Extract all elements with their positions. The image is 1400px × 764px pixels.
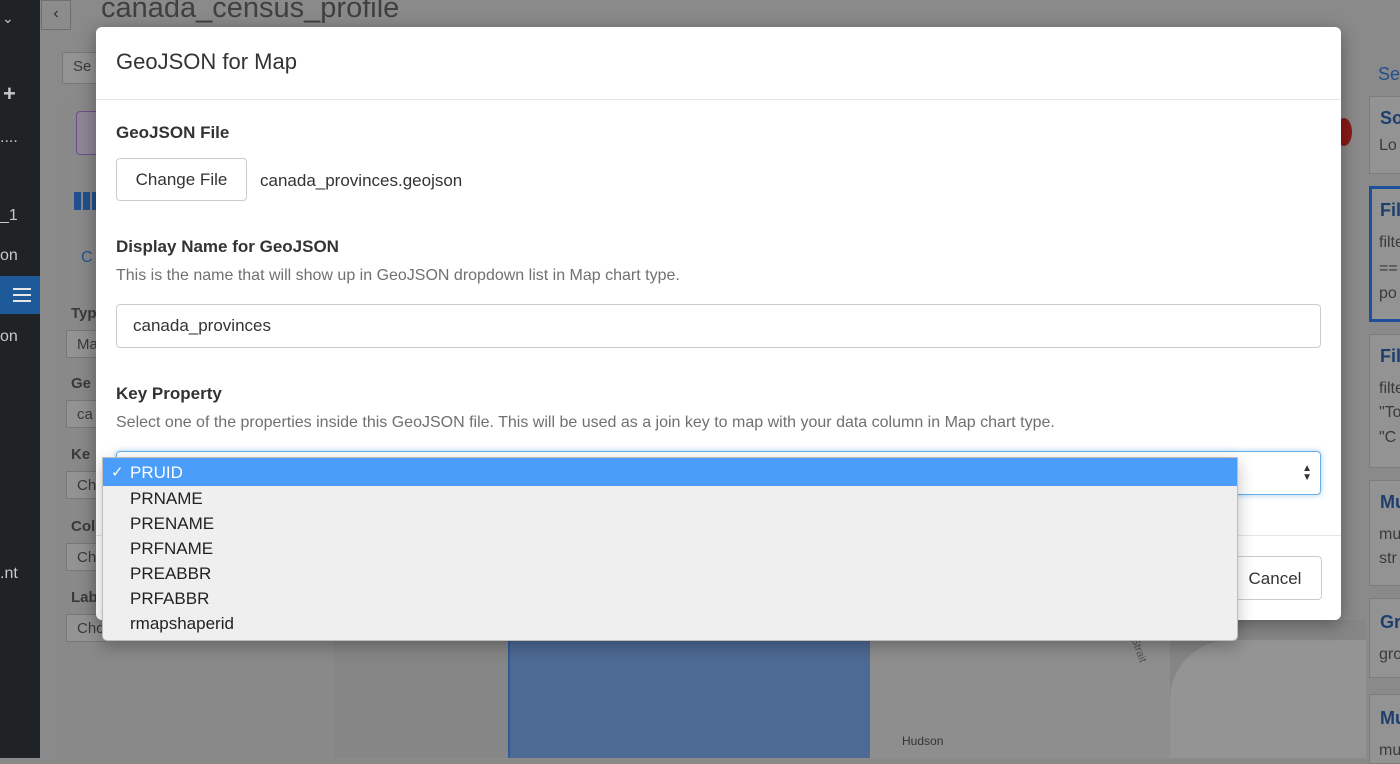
- right-card-text: po: [1379, 285, 1397, 302]
- right-card-title: Fil: [1380, 346, 1400, 366]
- right-panel-link[interactable]: Se: [1378, 64, 1400, 85]
- rail-item-4[interactable]: .nt: [0, 564, 18, 584]
- key-property-options: ✓ PRUID PRNAME PRENAME PRFNAME PREABBR P…: [102, 457, 1238, 641]
- option-label: PREABBR: [130, 564, 212, 583]
- key-property-label: Key Property: [116, 384, 222, 403]
- right-card-text: mu: [1379, 742, 1400, 759]
- map-land-region: [1170, 640, 1366, 758]
- config-label-key: Ke: [71, 446, 91, 463]
- rail-item-3[interactable]: on: [0, 327, 18, 347]
- right-card-title: Mu: [1380, 708, 1400, 728]
- display-name-input[interactable]: [116, 304, 1321, 348]
- option-prname[interactable]: PRNAME: [103, 486, 1237, 511]
- modal-title: GeoJSON for Map: [116, 49, 297, 74]
- rail-more-text: ....: [0, 129, 18, 146]
- right-card-text: "To: [1379, 404, 1400, 421]
- option-rmapshaperid[interactable]: rmapshaperid: [103, 611, 1237, 636]
- right-card-text: str: [1379, 550, 1397, 567]
- geojson-file-label: GeoJSON File: [116, 123, 230, 142]
- right-card-text: Lo: [1379, 137, 1397, 154]
- config-label-label: Lab: [71, 589, 98, 606]
- left-rail: ⌄ + .... _1 on on .nt: [0, 0, 40, 758]
- display-name-label: Display Name for GeoJSON: [116, 237, 339, 256]
- option-prfabbr[interactable]: PRFABBR: [103, 586, 1237, 611]
- option-prfname[interactable]: PRFNAME: [103, 536, 1237, 561]
- page-title: canada_census_profile: [101, 0, 400, 24]
- config-label-type: Typ: [71, 305, 97, 322]
- option-label: PRFABBR: [130, 589, 210, 608]
- right-card-title: Fil: [1380, 200, 1400, 220]
- rail-item-2[interactable]: on: [0, 246, 18, 266]
- right-card-title: Gr: [1380, 612, 1400, 632]
- option-label: rmapshaperid: [130, 614, 234, 633]
- key-property-help: Select one of the properties inside this…: [116, 414, 1055, 431]
- right-card-text: filte: [1379, 234, 1400, 251]
- right-card[interactable]: [1369, 598, 1400, 678]
- option-label: PRFNAME: [130, 539, 214, 558]
- right-card-text: ==: [1379, 260, 1398, 277]
- option-pruid[interactable]: ✓ PRUID: [103, 458, 1237, 486]
- modal-header: GeoJSON for Map: [96, 27, 1341, 100]
- option-label: PRENAME: [130, 514, 215, 533]
- config-label-column: Col: [71, 518, 96, 535]
- check-icon: ✓: [111, 464, 124, 481]
- right-card-text: filte: [1379, 380, 1400, 397]
- config-tab[interactable]: C: [81, 249, 93, 267]
- grid-icon[interactable]: [74, 192, 98, 210]
- option-preabbr[interactable]: PREABBR: [103, 561, 1237, 586]
- right-card-text: gro: [1379, 646, 1400, 663]
- option-label: PRUID: [130, 463, 183, 482]
- right-card-text: mu: [1379, 526, 1400, 543]
- right-card-text: "C: [1379, 429, 1397, 446]
- config-label-geojson: Ge: [71, 375, 92, 392]
- right-card-title: So: [1380, 108, 1400, 128]
- map-label-hudson: Hudson: [902, 734, 944, 748]
- rail-add-icon[interactable]: +: [3, 83, 16, 105]
- rail-dropdown-chevron-icon[interactable]: ⌄: [2, 8, 14, 28]
- option-label: PRNAME: [130, 489, 203, 508]
- cancel-button[interactable]: Cancel: [1228, 556, 1322, 600]
- change-file-button[interactable]: Change File: [116, 158, 247, 201]
- hamburger-icon[interactable]: [13, 288, 31, 302]
- right-card-title: Mu: [1380, 492, 1400, 512]
- display-name-help: This is the name that will show up in Ge…: [116, 267, 680, 284]
- option-prename[interactable]: PRENAME: [103, 511, 1237, 536]
- file-name-text: canada_provinces.geojson: [260, 171, 463, 190]
- select-arrows-icon: ▲ ▼: [1302, 463, 1312, 483]
- back-button[interactable]: ‹: [41, 0, 71, 30]
- rail-item-1[interactable]: _1: [0, 206, 18, 226]
